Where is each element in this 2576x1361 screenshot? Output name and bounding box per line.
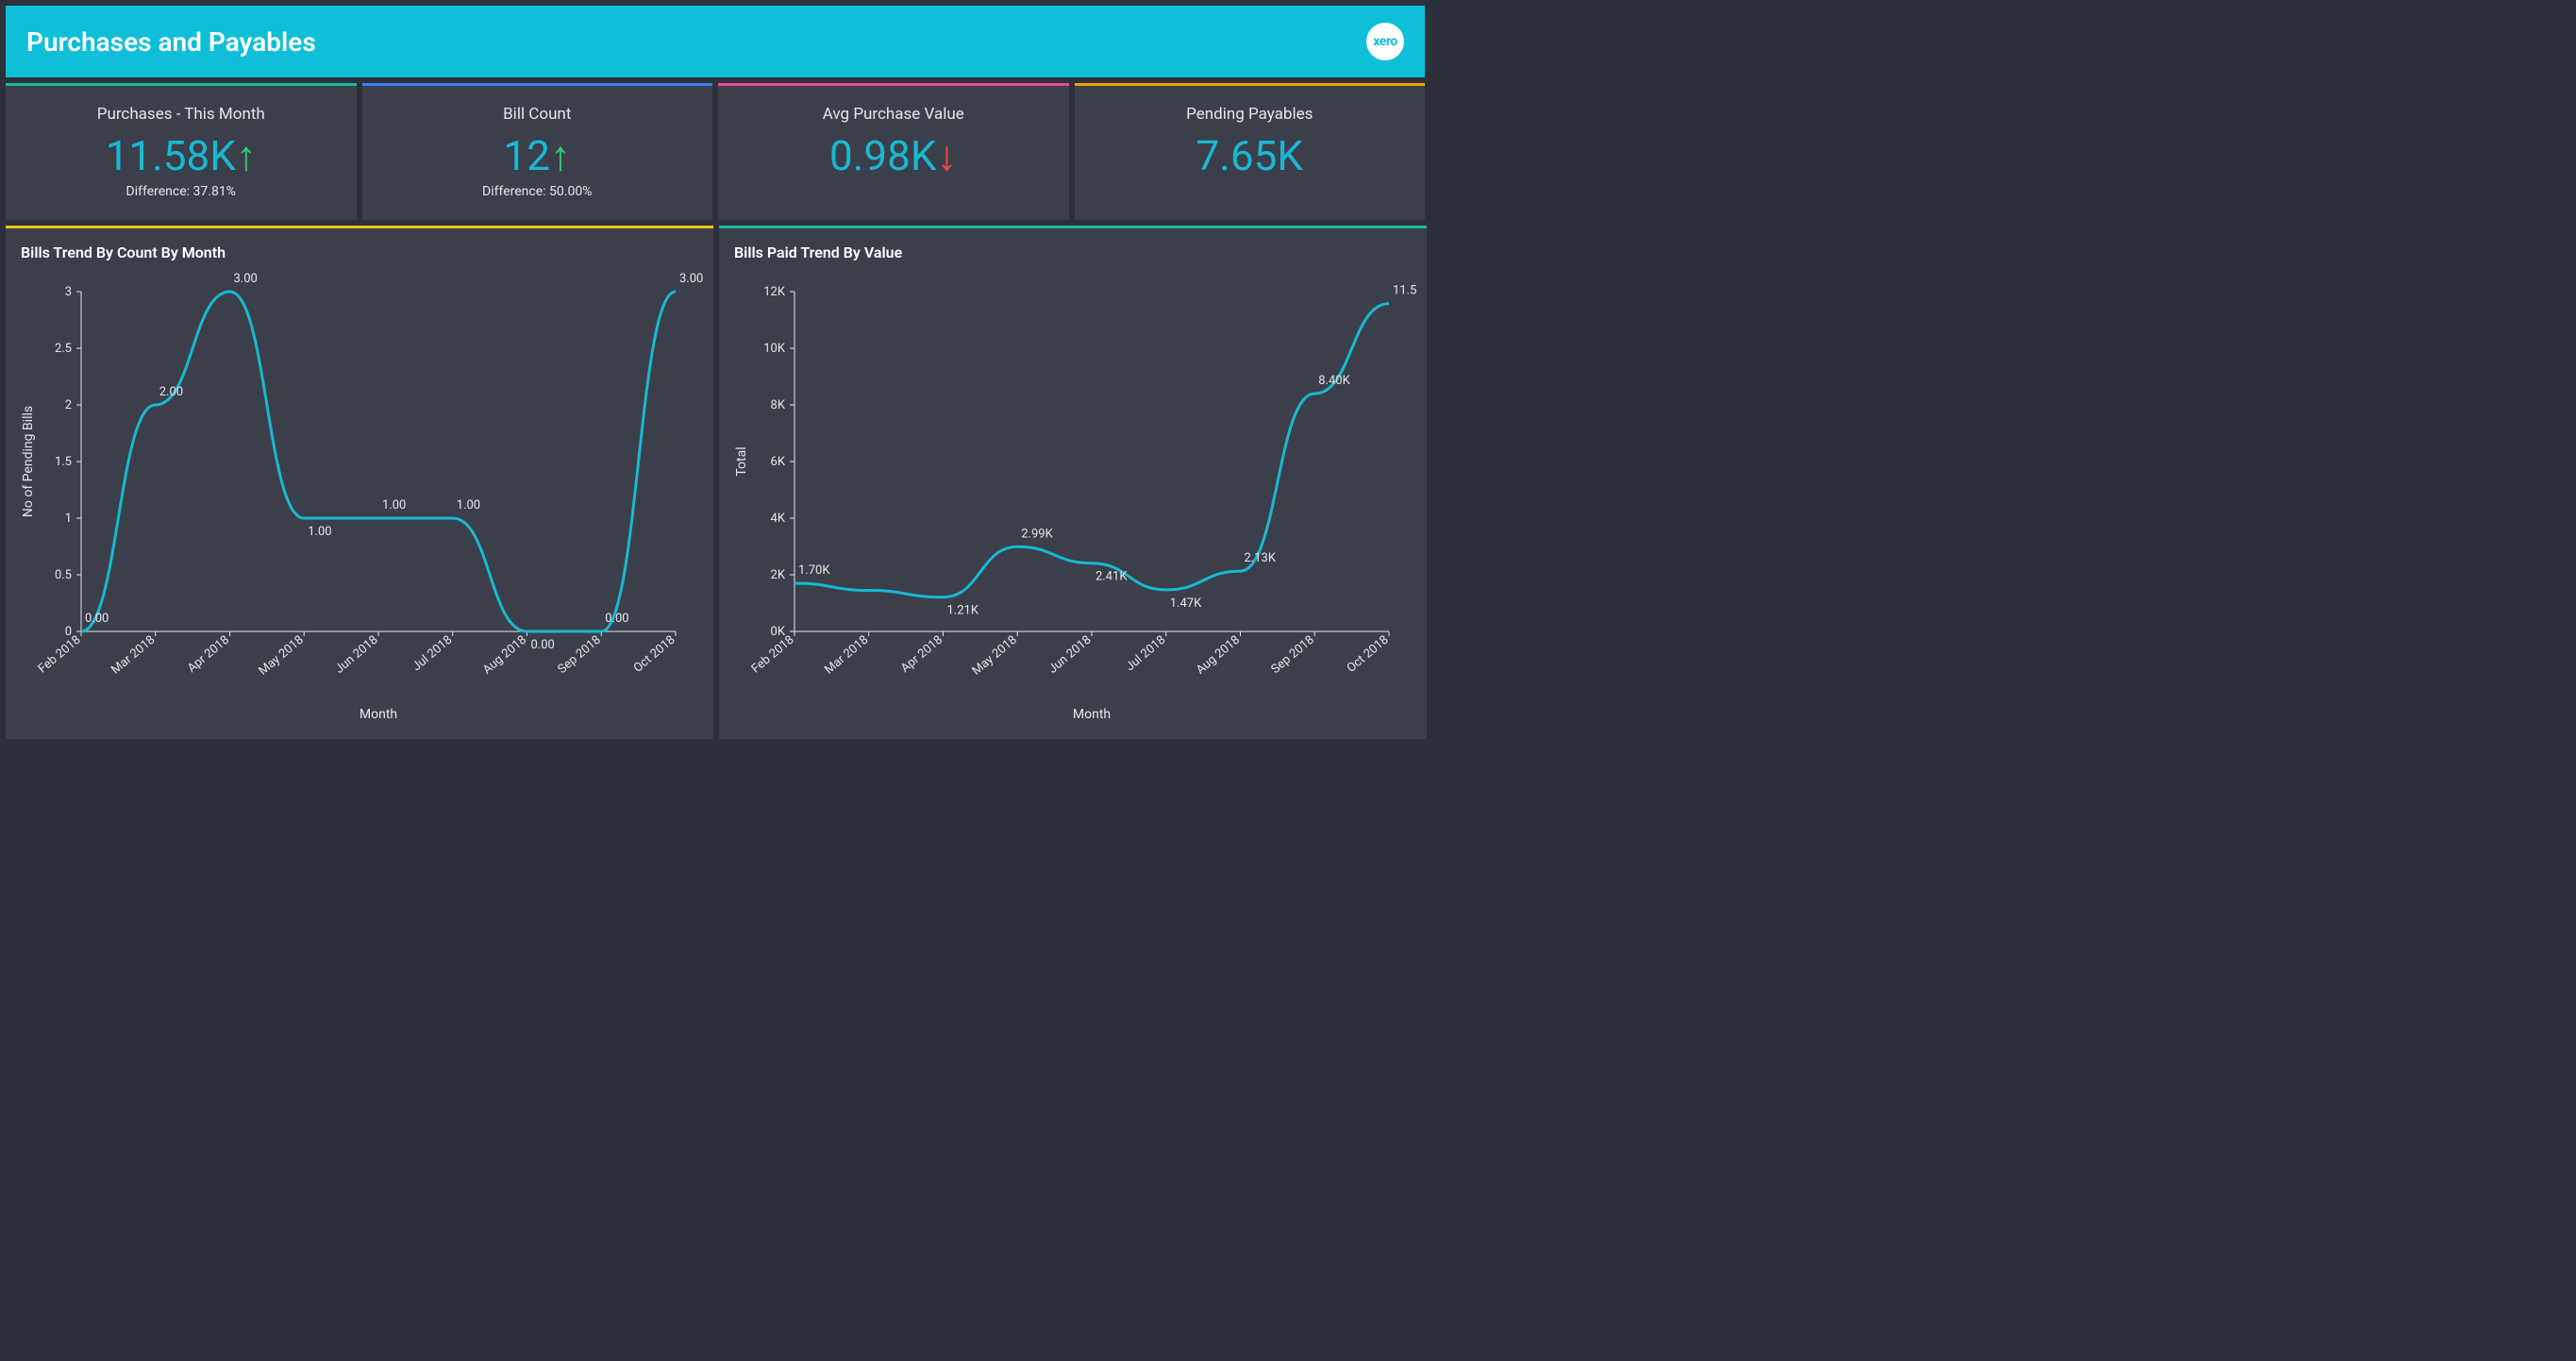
svg-text:3.00: 3.00 bbox=[234, 273, 258, 286]
svg-text:3.00: 3.00 bbox=[679, 273, 703, 286]
chart-svg: 00.511.522.53Feb 2018Mar 2018Apr 2018May… bbox=[15, 273, 704, 726]
arrow-up-icon: ↑ bbox=[236, 131, 257, 180]
svg-text:Month: Month bbox=[1073, 707, 1111, 722]
svg-text:Jun 2018: Jun 2018 bbox=[333, 633, 381, 677]
kpi-value: 7.65K bbox=[1084, 133, 1416, 178]
kpi-value: 0.98K↓ bbox=[728, 133, 1060, 178]
chart-title: Bills Trend By Count By Month bbox=[15, 244, 704, 261]
svg-text:Total: Total bbox=[734, 447, 749, 477]
svg-text:0.5: 0.5 bbox=[55, 568, 72, 582]
kpi-label: Avg Purchase Value bbox=[728, 105, 1060, 124]
svg-text:1: 1 bbox=[65, 512, 72, 526]
svg-text:0.00: 0.00 bbox=[531, 638, 555, 652]
svg-text:2.41K: 2.41K bbox=[1096, 570, 1128, 584]
arrow-up-icon: ↑ bbox=[550, 131, 571, 180]
svg-text:No of Pending Bills: No of Pending Bills bbox=[21, 406, 36, 517]
svg-text:1.00: 1.00 bbox=[308, 525, 331, 539]
svg-text:Oct 2018: Oct 2018 bbox=[1345, 633, 1392, 676]
svg-text:2.99K: 2.99K bbox=[1021, 528, 1053, 542]
kpi-label: Bill Count bbox=[372, 105, 704, 124]
svg-text:2K: 2K bbox=[771, 568, 786, 582]
svg-text:1.00: 1.00 bbox=[457, 498, 480, 512]
svg-text:2.00: 2.00 bbox=[159, 385, 183, 399]
svg-text:0.00: 0.00 bbox=[605, 612, 628, 626]
kpi-value: 11.58K↑ bbox=[15, 133, 347, 178]
svg-text:Jun 2018: Jun 2018 bbox=[1046, 633, 1095, 677]
xero-logo: xero bbox=[1366, 23, 1404, 60]
svg-text:0.00: 0.00 bbox=[85, 612, 109, 626]
dashboard: Purchases and Payables xero Purchases - … bbox=[0, 0, 1430, 745]
kpi-diff: Difference: 37.81% bbox=[15, 184, 347, 199]
svg-text:2: 2 bbox=[65, 398, 72, 412]
svg-text:Sep 2018: Sep 2018 bbox=[556, 633, 604, 677]
svg-text:1.21K: 1.21K bbox=[947, 604, 979, 618]
svg-text:Feb 2018: Feb 2018 bbox=[36, 633, 84, 677]
svg-text:1.5: 1.5 bbox=[55, 455, 72, 469]
svg-text:Oct 2018: Oct 2018 bbox=[631, 633, 678, 676]
svg-text:4K: 4K bbox=[771, 512, 786, 526]
chart-svg: 0K2K4K6K8K10K12KFeb 2018Mar 2018Apr 2018… bbox=[728, 273, 1417, 726]
kpi-row: Purchases - This Month 11.58K↑ Differenc… bbox=[6, 83, 1425, 220]
svg-text:Aug 2018: Aug 2018 bbox=[1194, 633, 1243, 678]
svg-text:1.70K: 1.70K bbox=[798, 563, 830, 578]
chart-bills-count: Bills Trend By Count By Month 00.511.522… bbox=[6, 226, 713, 739]
kpi-diff: Difference: 50.00% bbox=[372, 184, 704, 199]
chart-bills-value: Bills Paid Trend By Value 0K2K4K6K8K10K1… bbox=[719, 226, 1427, 739]
svg-text:Jul 2018: Jul 2018 bbox=[1123, 633, 1168, 675]
title-bar: Purchases and Payables xero bbox=[6, 6, 1425, 77]
svg-text:12K: 12K bbox=[763, 285, 786, 299]
chart-title: Bills Paid Trend By Value bbox=[728, 244, 1417, 261]
kpi-value: 12↑ bbox=[372, 133, 704, 178]
svg-text:Mar 2018: Mar 2018 bbox=[109, 633, 158, 678]
svg-text:11.58K: 11.58K bbox=[1393, 284, 1417, 298]
svg-text:Jul 2018: Jul 2018 bbox=[410, 633, 455, 675]
svg-text:May 2018: May 2018 bbox=[970, 633, 1020, 679]
svg-text:Feb 2018: Feb 2018 bbox=[749, 633, 797, 677]
kpi-label: Purchases - This Month bbox=[15, 105, 347, 124]
chart-row: Bills Trend By Count By Month 00.511.522… bbox=[6, 226, 1425, 739]
svg-text:2.13K: 2.13K bbox=[1245, 551, 1277, 565]
svg-text:Month: Month bbox=[360, 707, 397, 722]
svg-text:Apr 2018: Apr 2018 bbox=[185, 633, 232, 676]
svg-text:10K: 10K bbox=[763, 342, 786, 356]
svg-text:Mar 2018: Mar 2018 bbox=[822, 633, 871, 678]
kpi-label: Pending Payables bbox=[1084, 105, 1416, 124]
kpi-bill-count: Bill Count 12↑ Difference: 50.00% bbox=[362, 83, 713, 220]
svg-text:Aug 2018: Aug 2018 bbox=[480, 633, 529, 678]
svg-text:1.00: 1.00 bbox=[382, 498, 406, 512]
arrow-down-icon: ↓ bbox=[936, 131, 957, 180]
kpi-avg-purchase: Avg Purchase Value 0.98K↓ bbox=[718, 83, 1069, 220]
svg-text:3: 3 bbox=[65, 285, 72, 299]
svg-text:6K: 6K bbox=[771, 455, 786, 469]
kpi-pending-payables: Pending Payables 7.65K bbox=[1075, 83, 1426, 220]
page-title: Purchases and Payables bbox=[26, 26, 316, 58]
svg-text:8K: 8K bbox=[771, 398, 786, 412]
svg-text:8.40K: 8.40K bbox=[1318, 374, 1350, 388]
svg-text:2.5: 2.5 bbox=[55, 342, 72, 356]
kpi-purchases-month: Purchases - This Month 11.58K↑ Differenc… bbox=[6, 83, 357, 220]
svg-text:Apr 2018: Apr 2018 bbox=[898, 633, 945, 676]
svg-text:Sep 2018: Sep 2018 bbox=[1269, 633, 1317, 677]
svg-text:May 2018: May 2018 bbox=[257, 633, 307, 679]
svg-text:1.47K: 1.47K bbox=[1170, 596, 1202, 611]
